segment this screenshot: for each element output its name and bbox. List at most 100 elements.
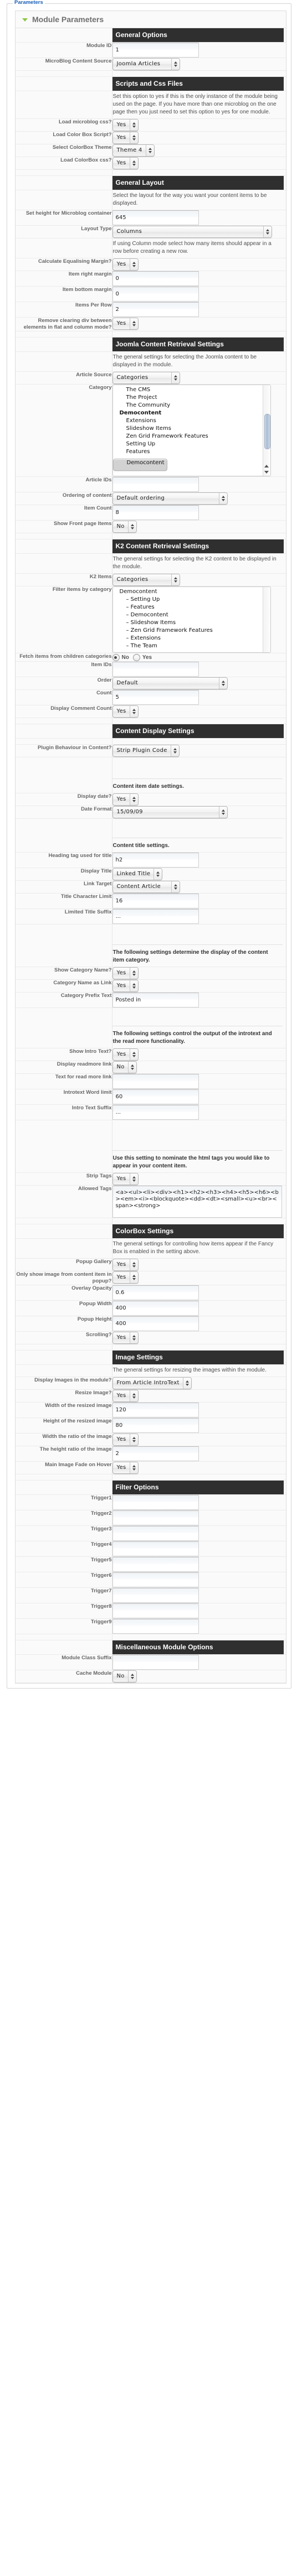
- stepper-arrows-icon[interactable]: [218, 493, 227, 504]
- scroll-down-icon[interactable]: [264, 471, 269, 474]
- display-readmore-select[interactable]: No: [112, 1061, 137, 1073]
- stepper-arrows-icon[interactable]: [129, 120, 138, 131]
- cache-module-select[interactable]: No: [112, 1670, 137, 1682]
- stepper-arrows-icon[interactable]: [129, 1173, 138, 1185]
- article-ids-input[interactable]: [112, 477, 199, 492]
- k2-category-listbox[interactable]: Democontent – Setting Up – Features – Democ…: [112, 586, 271, 653]
- category-option[interactable]: Democontent: [112, 459, 167, 471]
- chevron-down-icon[interactable]: [22, 18, 28, 22]
- stepper-arrows-icon[interactable]: [129, 318, 138, 329]
- article-source-select[interactable]: Categories: [112, 372, 180, 384]
- category-option[interactable]: Extensions: [113, 417, 270, 425]
- category-name-as-link-select[interactable]: Yes: [112, 980, 139, 992]
- k2-category-options[interactable]: Democontent – Setting Up – Features – Democ…: [113, 587, 270, 650]
- trigger-input[interactable]: [112, 1619, 199, 1634]
- k2-category-option[interactable]: – The Team: [113, 642, 270, 650]
- display-comment-count-select[interactable]: Yes: [112, 705, 139, 718]
- items-per-row-input[interactable]: 2: [112, 302, 199, 317]
- stepper-arrows-icon[interactable]: [145, 145, 154, 156]
- item-count-input[interactable]: 8: [112, 505, 199, 520]
- show-category-name-select[interactable]: Yes: [112, 967, 139, 979]
- ordering-of-content-select[interactable]: Default ordering: [112, 492, 228, 505]
- stepper-arrows-icon[interactable]: [129, 1332, 138, 1343]
- scrolling-select[interactable]: Yes: [112, 1332, 139, 1344]
- k2-category-option[interactable]: – Features: [113, 604, 270, 611]
- colorbox-theme-select[interactable]: Theme 4: [112, 144, 155, 157]
- category-option[interactable]: Features: [113, 448, 270, 456]
- resized-height-input[interactable]: 80: [112, 1418, 199, 1433]
- category-prefix-text-input[interactable]: Posted in: [112, 993, 199, 1007]
- stepper-arrows-icon[interactable]: [129, 980, 138, 991]
- stepper-arrows-icon[interactable]: [129, 1390, 138, 1401]
- category-option[interactable]: The Community: [113, 402, 270, 409]
- k2-category-option[interactable]: – Slideshow Items: [113, 619, 270, 627]
- stepper-arrows-icon[interactable]: [170, 745, 179, 756]
- k2-category-option[interactable]: Democontent: [113, 588, 270, 596]
- remove-clearing-div-select[interactable]: Yes: [112, 318, 139, 330]
- stepper-arrows-icon[interactable]: [127, 1062, 136, 1073]
- scroll-up-icon[interactable]: [264, 465, 269, 468]
- introtext-word-limit-input[interactable]: 60: [112, 1089, 199, 1104]
- radio-dot-no[interactable]: [112, 654, 120, 661]
- popup-height-input[interactable]: 400: [112, 1316, 199, 1331]
- date-format-select[interactable]: 15/09/09: [112, 806, 228, 818]
- category-option[interactable]: Democontent: [113, 409, 270, 417]
- load-colorbox-css-select[interactable]: Yes: [112, 157, 139, 169]
- allowed-tags-textarea[interactable]: <a><ul><li><div><h1><h2><h3><h4><h5><h6>…: [112, 1186, 282, 1218]
- stepper-arrows-icon[interactable]: [171, 881, 180, 892]
- scrollbar-thumb[interactable]: [264, 414, 270, 449]
- layout-type-select[interactable]: Columns: [112, 226, 272, 238]
- title-char-limit-input[interactable]: 16: [112, 894, 199, 908]
- stepper-arrows-icon[interactable]: [218, 807, 227, 818]
- item-right-margin-input[interactable]: 0: [112, 271, 199, 286]
- trigger-input[interactable]: [112, 1588, 199, 1603]
- content-source-select[interactable]: Joomla Articles: [112, 58, 180, 70]
- count-input[interactable]: 5: [112, 690, 199, 705]
- trigger-input[interactable]: [112, 1572, 199, 1587]
- stepper-arrows-icon[interactable]: [129, 794, 138, 805]
- resize-image-select[interactable]: Yes: [112, 1390, 139, 1402]
- trigger-input[interactable]: [112, 1526, 199, 1541]
- height-ratio-input[interactable]: 2: [112, 1446, 199, 1461]
- stepper-arrows-icon[interactable]: [127, 1671, 136, 1682]
- stepper-arrows-icon[interactable]: [263, 226, 272, 237]
- stepper-arrows-icon[interactable]: [129, 706, 138, 717]
- overlay-opacity-input[interactable]: 0.6: [112, 1285, 199, 1300]
- k2-category-option[interactable]: – Extensions: [113, 635, 270, 642]
- k2-category-option[interactable]: – Democontent: [113, 611, 270, 619]
- plugin-behaviour-select[interactable]: Strip Plugin Code: [112, 745, 180, 757]
- link-target-select[interactable]: Content Article: [112, 881, 180, 893]
- stepper-arrows-icon[interactable]: [129, 259, 138, 270]
- trigger-input[interactable]: [112, 1603, 199, 1618]
- only-show-image-select[interactable]: Yes: [112, 1271, 139, 1284]
- category-option[interactable]: Slideshow Items: [113, 425, 270, 433]
- stepper-arrows-icon[interactable]: [171, 372, 180, 383]
- limited-title-suffix-input[interactable]: ...: [112, 909, 199, 924]
- popup-width-input[interactable]: 400: [112, 1301, 199, 1316]
- stepper-arrows-icon[interactable]: [171, 59, 180, 70]
- category-option[interactable]: Setting Up: [113, 440, 270, 448]
- equalising-margin-select[interactable]: Yes: [112, 258, 139, 271]
- stepper-arrows-icon[interactable]: [129, 1272, 138, 1283]
- display-date-select[interactable]: Yes: [112, 793, 139, 806]
- display-title-select[interactable]: Linked Title: [112, 868, 163, 880]
- strip-tags-select[interactable]: Yes: [112, 1173, 139, 1185]
- popup-gallery-select[interactable]: Yes: [112, 1259, 139, 1271]
- readmore-text-input[interactable]: [112, 1074, 199, 1089]
- radio-dot-yes[interactable]: [132, 654, 140, 661]
- fetch-items-children-radiogroup[interactable]: No Yes: [112, 653, 286, 661]
- listbox-scrollbar[interactable]: [262, 385, 270, 476]
- module-class-suffix-input[interactable]: [112, 1655, 199, 1670]
- load-colorbox-script-select[interactable]: Yes: [112, 132, 139, 144]
- main-image-fade-select[interactable]: Yes: [112, 1462, 139, 1474]
- category-option[interactable]: Zen Grid Framework Features: [113, 433, 270, 440]
- stepper-arrows-icon[interactable]: [218, 678, 227, 689]
- category-listbox[interactable]: The CMS The Project The Community Democonte…: [112, 385, 271, 476]
- listbox-scrollbar[interactable]: [262, 587, 270, 652]
- category-options[interactable]: The CMS The Project The Community Democonte…: [112, 385, 270, 471]
- trigger-input[interactable]: [112, 1495, 199, 1510]
- stepper-arrows-icon[interactable]: [127, 521, 136, 532]
- stepper-arrows-icon[interactable]: [182, 1378, 191, 1389]
- stepper-arrows-icon[interactable]: [129, 132, 138, 143]
- stepper-arrows-icon[interactable]: [171, 574, 180, 585]
